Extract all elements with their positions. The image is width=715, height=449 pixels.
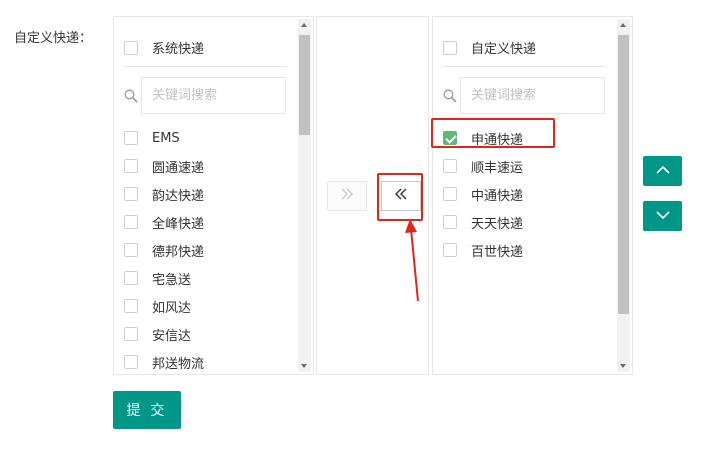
item-checkbox[interactable]	[124, 299, 138, 313]
list-item[interactable]: 宅急送	[124, 264, 204, 292]
item-label: 顺丰速运	[471, 160, 524, 176]
list-item[interactable]: 顺丰速运	[443, 152, 523, 180]
list-item[interactable]: 圆通速递	[124, 152, 204, 180]
scroll-thumb[interactable]	[299, 35, 310, 135]
item-checkbox[interactable]	[443, 215, 457, 229]
list-item[interactable]: 韵达快递	[124, 180, 204, 208]
item-label: 宅急送	[152, 272, 192, 288]
scroll-down-arrow-icon[interactable]	[301, 364, 307, 368]
item-label: 德邦快递	[152, 244, 205, 260]
chevron-up-icon	[655, 164, 670, 179]
item-label: 韵达快递	[152, 188, 205, 204]
search-icon	[124, 89, 138, 103]
list-item[interactable]: 全峰快递	[124, 208, 204, 236]
target-list-panel: 自定义快递 申通快递 顺丰速运 中通快递 天天快递 百世快递	[432, 16, 633, 375]
item-label: 全峰快递	[152, 216, 205, 232]
item-checkbox[interactable]	[124, 159, 138, 173]
scroll-up-arrow-icon[interactable]	[301, 23, 307, 27]
target-select-all[interactable]: 自定义快递	[443, 38, 536, 57]
annotation-arrow-icon	[405, 219, 419, 302]
list-item[interactable]: 如风达	[124, 292, 204, 320]
submit-button[interactable]: 提 交	[113, 391, 181, 429]
item-label: 天天快递	[471, 216, 524, 232]
item-checkbox[interactable]	[443, 187, 457, 201]
divider	[443, 66, 605, 67]
target-scrollbar[interactable]	[617, 19, 630, 372]
source-list: EMS 圆通速递 韵达快递 全峰快递 德邦快递 宅急送 如风达 安信达 邦送物流	[124, 124, 204, 376]
select-all-checkbox[interactable]	[443, 40, 457, 55]
item-checkbox[interactable]	[124, 271, 138, 285]
list-item[interactable]: EMS	[124, 124, 204, 152]
source-search	[124, 77, 286, 114]
item-checkbox[interactable]	[443, 159, 457, 173]
list-item[interactable]: 中通快递	[443, 180, 523, 208]
chevron-down-icon	[655, 209, 670, 224]
list-item[interactable]: 邦送物流	[124, 348, 204, 376]
source-header-label: 系统快递	[152, 42, 205, 57]
item-label: 圆通速递	[152, 160, 205, 176]
item-checkbox[interactable]	[124, 187, 138, 201]
source-search-input[interactable]	[141, 77, 286, 114]
source-select-all[interactable]: 系统快递	[124, 38, 204, 57]
source-scrollbar[interactable]	[298, 19, 311, 372]
item-checkbox[interactable]	[443, 243, 457, 257]
list-item[interactable]: 百世快递	[443, 236, 523, 264]
target-header-label: 自定义快递	[471, 42, 537, 57]
move-right-button[interactable]	[327, 181, 367, 211]
item-checkbox[interactable]	[124, 215, 138, 229]
move-up-button[interactable]	[643, 156, 682, 186]
search-icon	[443, 89, 457, 103]
item-checkbox[interactable]	[124, 327, 138, 341]
scroll-thumb[interactable]	[618, 35, 629, 314]
item-label: EMS	[152, 130, 180, 146]
item-checkbox[interactable]	[124, 131, 138, 145]
annotation-highlight-button	[377, 173, 423, 221]
target-search-input[interactable]	[460, 77, 605, 114]
item-checkbox[interactable]	[124, 355, 138, 369]
field-label: 自定义快递：	[14, 31, 93, 46]
annotation-highlight-item	[431, 118, 555, 148]
select-all-checkbox[interactable]	[124, 40, 138, 55]
list-item[interactable]: 天天快递	[443, 208, 523, 236]
source-list-panel: 系统快递 EMS 圆通速递 韵达快递 全峰快递 德邦快递 宅急送 如风达 安信达…	[113, 16, 314, 375]
scroll-up-arrow-icon[interactable]	[620, 23, 626, 27]
item-label: 中通快递	[471, 188, 524, 204]
target-search	[443, 77, 605, 114]
list-item[interactable]: 德邦快递	[124, 236, 204, 264]
item-checkbox[interactable]	[124, 243, 138, 257]
divider	[124, 66, 286, 67]
item-label: 邦送物流	[152, 356, 205, 372]
item-label: 如风达	[152, 300, 192, 316]
item-label: 安信达	[152, 328, 192, 344]
item-label: 百世快递	[471, 244, 524, 260]
double-chevron-right-icon	[339, 187, 355, 205]
scroll-down-arrow-icon[interactable]	[620, 364, 626, 368]
move-down-button[interactable]	[643, 201, 682, 231]
list-item[interactable]: 安信达	[124, 320, 204, 348]
